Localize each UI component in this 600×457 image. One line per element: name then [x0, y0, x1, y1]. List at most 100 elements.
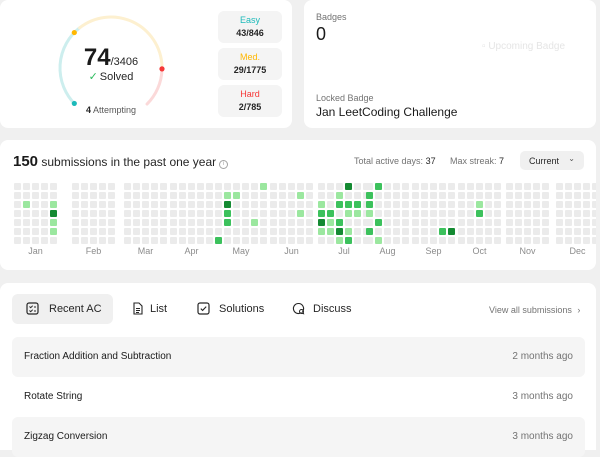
- heatmap-day-cell[interactable]: [467, 183, 474, 190]
- heatmap-day-cell[interactable]: [270, 228, 277, 235]
- heatmap-day-cell[interactable]: [354, 237, 361, 244]
- heatmap-day-cell[interactable]: [306, 210, 313, 217]
- heatmap-day-cell[interactable]: [14, 210, 21, 217]
- heatmap-day-cell[interactable]: [32, 192, 39, 199]
- heatmap-day-cell[interactable]: [99, 237, 106, 244]
- heatmap-day-cell[interactable]: [242, 228, 249, 235]
- heatmap-day-cell[interactable]: [336, 237, 343, 244]
- heatmap-day-cell[interactable]: [524, 228, 531, 235]
- heatmap-day-cell[interactable]: [574, 210, 581, 217]
- heatmap-day-cell[interactable]: [533, 183, 540, 190]
- heatmap-day-cell[interactable]: [288, 228, 295, 235]
- heatmap-day-cell[interactable]: [90, 219, 97, 226]
- heatmap-day-cell[interactable]: [297, 210, 304, 217]
- heatmap-day-cell[interactable]: [354, 228, 361, 235]
- heatmap-day-cell[interactable]: [476, 228, 483, 235]
- heatmap-day-cell[interactable]: [215, 228, 222, 235]
- heatmap-day-cell[interactable]: [188, 192, 195, 199]
- heatmap-day-cell[interactable]: [542, 183, 549, 190]
- heatmap-day-cell[interactable]: [354, 201, 361, 208]
- heatmap-day-cell[interactable]: [50, 183, 57, 190]
- heatmap-day-cell[interactable]: [448, 192, 455, 199]
- heatmap-day-cell[interactable]: [375, 219, 382, 226]
- heatmap-day-cell[interactable]: [412, 237, 419, 244]
- heatmap-day-cell[interactable]: [151, 219, 158, 226]
- heatmap-day-cell[interactable]: [583, 219, 590, 226]
- info-icon[interactable]: i: [219, 160, 229, 169]
- heatmap-day-cell[interactable]: [327, 237, 334, 244]
- heatmap-day-cell[interactable]: [251, 219, 258, 226]
- heatmap-day-cell[interactable]: [384, 183, 391, 190]
- heatmap-day-cell[interactable]: [375, 237, 382, 244]
- heatmap-day-cell[interactable]: [133, 192, 140, 199]
- hard-stat[interactable]: Hard 2/785: [218, 85, 282, 117]
- heatmap-day-cell[interactable]: [412, 183, 419, 190]
- heatmap-day-cell[interactable]: [458, 201, 465, 208]
- heatmap-day-cell[interactable]: [393, 237, 400, 244]
- heatmap-day-cell[interactable]: [81, 237, 88, 244]
- heatmap-day-cell[interactable]: [384, 228, 391, 235]
- heatmap-day-cell[interactable]: [188, 183, 195, 190]
- heatmap-day-cell[interactable]: [288, 210, 295, 217]
- heatmap-day-cell[interactable]: [458, 183, 465, 190]
- heatmap-day-cell[interactable]: [124, 201, 131, 208]
- heatmap-day-cell[interactable]: [260, 201, 267, 208]
- heatmap-day-cell[interactable]: [251, 210, 258, 217]
- heatmap-day-cell[interactable]: [366, 210, 373, 217]
- heatmap-day-cell[interactable]: [336, 210, 343, 217]
- heatmap-day-cell[interactable]: [170, 192, 177, 199]
- heatmap-day-cell[interactable]: [242, 192, 249, 199]
- heatmap-day-cell[interactable]: [297, 201, 304, 208]
- heatmap-day-cell[interactable]: [188, 201, 195, 208]
- easy-stat[interactable]: Easy 43/846: [218, 11, 282, 43]
- heatmap-day-cell[interactable]: [260, 210, 267, 217]
- heatmap-day-cell[interactable]: [206, 210, 213, 217]
- heatmap-day-cell[interactable]: [421, 192, 428, 199]
- heatmap-day-cell[interactable]: [197, 237, 204, 244]
- heatmap-day-cell[interactable]: [133, 183, 140, 190]
- heatmap-day-cell[interactable]: [583, 210, 590, 217]
- heatmap-day-cell[interactable]: [430, 201, 437, 208]
- heatmap-day-cell[interactable]: [151, 210, 158, 217]
- heatmap-day-cell[interactable]: [279, 183, 286, 190]
- heatmap-day-cell[interactable]: [14, 192, 21, 199]
- heatmap-day-cell[interactable]: [592, 210, 596, 217]
- heatmap-day-cell[interactable]: [542, 237, 549, 244]
- heatmap-day-cell[interactable]: [515, 192, 522, 199]
- heatmap-day-cell[interactable]: [402, 201, 409, 208]
- heatmap-day-cell[interactable]: [375, 201, 382, 208]
- heatmap-day-cell[interactable]: [318, 228, 325, 235]
- heatmap-day-cell[interactable]: [366, 237, 373, 244]
- heatmap-day-cell[interactable]: [224, 183, 231, 190]
- heatmap-day-cell[interactable]: [412, 210, 419, 217]
- heatmap-day-cell[interactable]: [430, 219, 437, 226]
- heatmap-day-cell[interactable]: [506, 237, 513, 244]
- heatmap-day-cell[interactable]: [206, 183, 213, 190]
- heatmap-day-cell[interactable]: [494, 237, 501, 244]
- heatmap-day-cell[interactable]: [32, 201, 39, 208]
- heatmap-day-cell[interactable]: [421, 228, 428, 235]
- heatmap-day-cell[interactable]: [81, 192, 88, 199]
- heatmap-day-cell[interactable]: [215, 183, 222, 190]
- heatmap-day-cell[interactable]: [206, 228, 213, 235]
- heatmap-day-cell[interactable]: [179, 219, 186, 226]
- heatmap-day-cell[interactable]: [318, 210, 325, 217]
- heatmap-day-cell[interactable]: [494, 210, 501, 217]
- heatmap-day-cell[interactable]: [23, 201, 30, 208]
- submission-row[interactable]: Zigzag Conversion 3 months ago: [12, 417, 585, 457]
- heatmap-day-cell[interactable]: [375, 192, 382, 199]
- heatmap-day-cell[interactable]: [108, 201, 115, 208]
- heatmap-day-cell[interactable]: [375, 210, 382, 217]
- heatmap-day-cell[interactable]: [448, 183, 455, 190]
- heatmap-day-cell[interactable]: [50, 210, 57, 217]
- heatmap-day-cell[interactable]: [72, 192, 79, 199]
- heatmap-day-cell[interactable]: [494, 201, 501, 208]
- heatmap-day-cell[interactable]: [592, 228, 596, 235]
- heatmap-day-cell[interactable]: [108, 192, 115, 199]
- heatmap-day-cell[interactable]: [188, 210, 195, 217]
- heatmap-day-cell[interactable]: [439, 183, 446, 190]
- heatmap-day-cell[interactable]: [32, 183, 39, 190]
- heatmap-day-cell[interactable]: [160, 183, 167, 190]
- heatmap-day-cell[interactable]: [151, 228, 158, 235]
- heatmap-day-cell[interactable]: [430, 210, 437, 217]
